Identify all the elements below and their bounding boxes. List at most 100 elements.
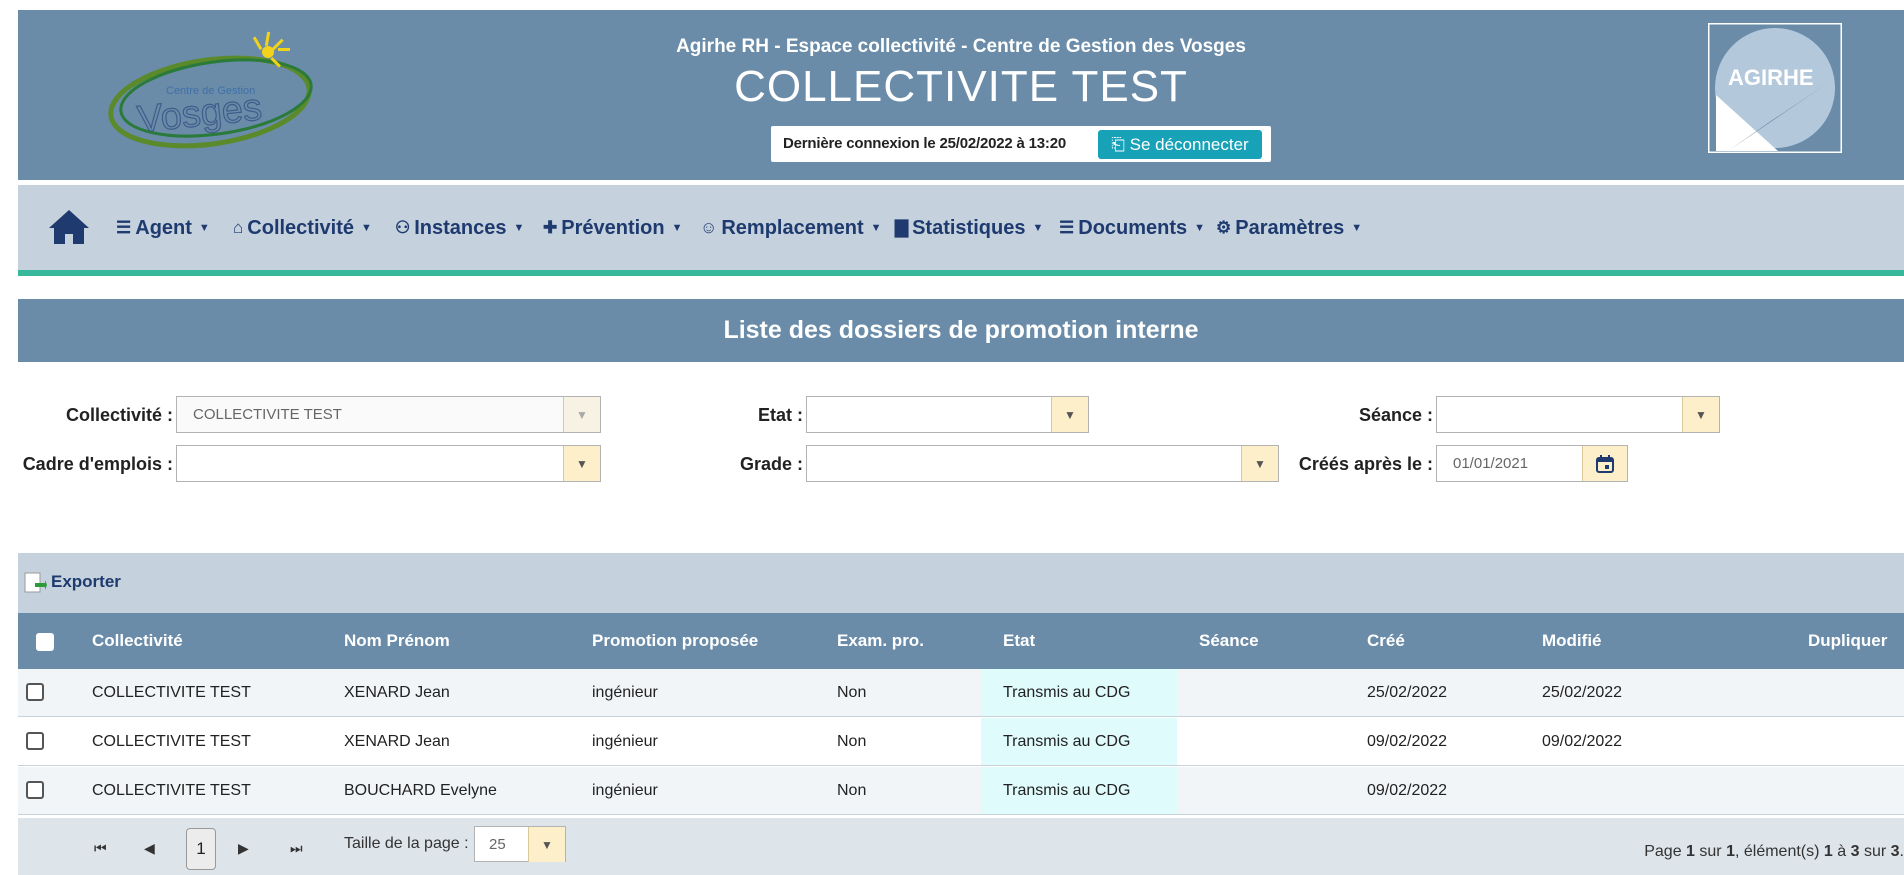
first-page-icon[interactable]: ⏮ xyxy=(94,840,107,857)
nav-agent[interactable]: ☰ Agent ▼ xyxy=(116,213,210,243)
cell-cree: 09/02/2022 xyxy=(1367,782,1448,799)
col-dupliquer: Dupliquer xyxy=(1808,631,1888,650)
logout-button[interactable]: ⎗ Se déconnecter xyxy=(1098,130,1262,159)
cell-modifie: 09/02/2022 xyxy=(1542,733,1623,750)
cell-modifie: 25/02/2022 xyxy=(1542,684,1623,701)
col-modifie[interactable]: Modifié xyxy=(1542,631,1602,651)
filter-crees-label: Créés après le : xyxy=(1298,454,1433,474)
page-info: Page 1 sur 1, élément(s) 1 à 3 sur 3. xyxy=(1644,843,1904,861)
col-promotion[interactable]: Promotion proposée xyxy=(592,631,758,651)
filter-etat-select[interactable]: ▼ xyxy=(806,396,1089,433)
row-checkbox[interactable] xyxy=(26,781,44,799)
user-cog-icon: ☺ xyxy=(700,218,718,237)
filter-seance-select[interactable]: ▼ xyxy=(1436,396,1720,433)
nav-prevention[interactable]: ✚ Prévention ▼ xyxy=(543,213,683,243)
col-collectivite[interactable]: Collectivité xyxy=(92,631,183,651)
caret-down-icon: ▼ xyxy=(870,222,882,234)
cell-promotion: ingénieur xyxy=(592,684,658,701)
cell-etat: Transmis au CDG xyxy=(1003,782,1131,799)
cell-promotion: ingénieur xyxy=(592,782,658,799)
export-button[interactable]: Exporter xyxy=(23,570,121,594)
last-login-box: Dernière connexion le 25/02/2022 à 13:20… xyxy=(771,126,1271,162)
filter-cadre-select[interactable]: ▼ xyxy=(176,445,601,482)
page-info-total-pages: 1 xyxy=(1726,843,1735,860)
current-page-button[interactable]: 1 xyxy=(186,828,216,870)
agirhe-logo-text: AGIRHE xyxy=(1728,65,1814,90)
handshake-icon: ⚇ xyxy=(395,218,411,237)
nav-instances[interactable]: ⚇ Instances ▼ xyxy=(395,213,524,243)
cell-cree: 09/02/2022 xyxy=(1367,733,1448,750)
pager: ⏮ ◀ 1 ▶ ⏭ Taille de la page : 25 ▼ Page … xyxy=(18,818,1904,875)
cell-promotion: ingénieur xyxy=(592,733,658,750)
prev-page-icon[interactable]: ◀ xyxy=(144,840,155,857)
nav-parametres-label: Paramètres xyxy=(1235,216,1345,239)
page-info-end: . xyxy=(1899,843,1904,860)
cell-exam-pro: Non xyxy=(837,733,867,750)
nav-prevention-label: Prévention xyxy=(561,216,665,239)
page-info-sur: sur xyxy=(1694,843,1727,860)
panel-title: Liste des dossiers de promotion interne xyxy=(18,299,1904,362)
last-page-icon[interactable]: ⏭ xyxy=(290,840,303,857)
cogs-icon: ⚙ xyxy=(1216,218,1232,237)
nav-statistiques-label: Statistiques xyxy=(912,216,1026,239)
medkit-icon: ✚ xyxy=(543,218,558,237)
dropdown-arrow-icon: ▼ xyxy=(1682,397,1719,432)
bar-chart-icon: ▇ xyxy=(895,218,909,237)
table-row[interactable]: COLLECTIVITE TEST BOUCHARD Evelyne ingén… xyxy=(18,767,1904,815)
page-info-from: 1 xyxy=(1823,843,1833,860)
nav-statistiques[interactable]: ▇ Statistiques ▼ xyxy=(895,213,1043,243)
nav-parametres[interactable]: ⚙ Paramètres ▼ xyxy=(1216,213,1362,243)
cell-collectivite: COLLECTIVITE TEST xyxy=(92,782,251,799)
next-page-icon[interactable]: ▶ xyxy=(238,840,249,857)
page-size-select[interactable]: 25 ▼ xyxy=(474,826,566,862)
app-header: Centre de Gestion Vosges Agirhe RH - Esp… xyxy=(18,10,1904,180)
page-info-sur2: sur xyxy=(1859,843,1891,860)
caret-down-icon: ▼ xyxy=(1194,222,1206,234)
col-nom-prenom[interactable]: Nom Prénom xyxy=(344,631,450,651)
nav-instances-label: Instances xyxy=(414,216,507,239)
col-seance[interactable]: Séance xyxy=(1199,631,1259,651)
cell-collectivite: COLLECTIVITE TEST xyxy=(92,733,251,750)
cell-etat: Transmis au CDG xyxy=(1003,733,1131,750)
page-info-page: 1 xyxy=(1686,843,1695,860)
filter-grade-select[interactable]: ▼ xyxy=(806,445,1279,482)
page-info-to: 3 xyxy=(1850,843,1860,860)
row-checkbox[interactable] xyxy=(26,683,44,701)
file-icon: ☰ xyxy=(1059,218,1075,237)
filter-crees-value: 01/01/2021 xyxy=(1453,455,1529,472)
cell-cree: 25/02/2022 xyxy=(1367,684,1448,701)
caret-down-icon: ▼ xyxy=(360,222,372,234)
logout-label: Se déconnecter xyxy=(1129,135,1249,154)
col-exam-pro[interactable]: Exam. pro. xyxy=(837,631,924,651)
nav-documents[interactable]: ☰ Documents ▼ xyxy=(1059,213,1205,243)
export-excel-icon xyxy=(24,572,47,593)
col-etat[interactable]: Etat xyxy=(1003,631,1035,651)
cell-exam-pro: Non xyxy=(837,684,867,701)
select-all-checkbox[interactable] xyxy=(36,633,54,651)
filter-collectivite-label: Collectivité : xyxy=(65,405,173,425)
nav-collectivite[interactable]: ⌂ Collectivité ▼ xyxy=(233,213,372,243)
users-icon: ☰ xyxy=(116,218,132,237)
filter-seance-label: Séance : xyxy=(1358,405,1433,425)
filter-collectivite-select[interactable]: COLLECTIVITE TEST ▼ xyxy=(176,396,601,433)
page-info-a: à xyxy=(1832,843,1851,860)
filter-cadre-label: Cadre d'emplois : xyxy=(22,454,173,474)
row-checkbox[interactable] xyxy=(26,732,44,750)
caret-down-icon: ▼ xyxy=(198,222,210,234)
col-cree[interactable]: Créé xyxy=(1367,631,1405,651)
home-icon[interactable] xyxy=(48,208,90,246)
header-subtitle: Agirhe RH - Espace collectivité - Centre… xyxy=(676,36,1246,57)
dropdown-arrow-icon: ▼ xyxy=(563,397,600,432)
table-row[interactable]: COLLECTIVITE TEST XENARD Jean ingénieur … xyxy=(18,669,1904,717)
cell-etat: Transmis au CDG xyxy=(1003,684,1131,701)
nav-remplacement[interactable]: ☺ Remplacement ▼ xyxy=(700,213,882,243)
nav-documents-label: Documents xyxy=(1078,216,1188,239)
cell-nom-prenom: XENARD Jean xyxy=(344,684,450,701)
calendar-icon[interactable] xyxy=(1582,446,1627,481)
page-info-elements: , élément(s) xyxy=(1734,843,1824,860)
table-row[interactable]: COLLECTIVITE TEST XENARD Jean ingénieur … xyxy=(18,718,1904,766)
bank-icon: ⌂ xyxy=(233,218,244,237)
page-info-prefix: Page xyxy=(1644,843,1687,860)
filter-crees-datepicker[interactable]: 01/01/2021 xyxy=(1436,445,1628,482)
agirhe-logo: AGIRHE xyxy=(1708,23,1842,153)
